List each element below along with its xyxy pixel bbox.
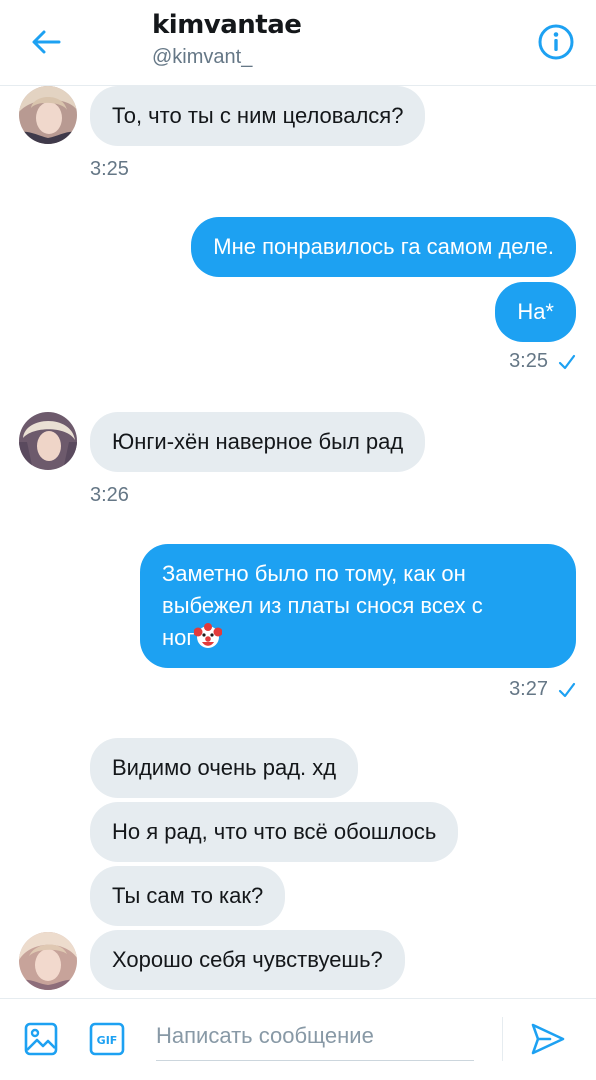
send-button[interactable] [530,1021,566,1062]
message-composer: GIF [0,998,596,1080]
back-button[interactable] [26,22,66,62]
composer-divider [502,1017,503,1061]
message-bubble-outgoing[interactable]: Мне понравилось га самом деле. [191,217,576,277]
avatar[interactable] [19,932,77,990]
add-image-button[interactable] [24,1022,58,1061]
message-bubble-incoming[interactable]: Но я рад, что что всё обошлось [90,802,459,862]
conversation-header: kimvantae @kimvant_ [0,0,596,86]
message-bubble-incoming[interactable]: Хорошо себя чувствуешь? [90,930,405,990]
read-check-icon [558,354,576,369]
message-meta: 3:25 [509,350,576,373]
arrow-left-icon [32,30,61,54]
gif-icon-label: GIF [97,1034,118,1047]
clown-face-icon [193,623,223,648]
image-icon [24,1022,58,1056]
read-check-icon [558,682,576,697]
conversation-title: kimvantae [152,10,302,40]
info-button[interactable] [536,22,576,62]
conversation-title-block[interactable]: kimvantae @kimvant_ [152,10,302,69]
message-bubble-outgoing[interactable]: Заметно было по тому, как он выбежел из … [140,544,576,668]
message-bubble-incoming[interactable]: Юнги-хён наверное был рад [90,412,426,472]
message-bubble-incoming[interactable]: Видимо очень рад. хд [90,738,359,798]
message-line: ног [162,622,483,654]
message-line: Заметно было по тому, как он [162,561,466,586]
avatar[interactable] [19,86,77,144]
info-icon [538,24,574,60]
message-line: выбежел из платы снося всех с [162,593,483,618]
message-timestamp: 3:26 [90,484,129,506]
message-timestamp: 3:25 [90,158,129,180]
message-list[interactable]: То, что ты с ним целовался? 3:25 Мне пон… [0,86,596,998]
message-bubble-incoming[interactable]: То, что ты с ним целовался? [90,86,426,146]
avatar[interactable] [19,412,77,470]
message-bubble-outgoing[interactable]: На* [495,282,576,342]
message-timestamp: 3:25 [509,350,548,372]
message-input[interactable] [156,1017,474,1061]
send-icon [531,1023,565,1055]
conversation-handle: @kimvant_ [152,46,253,68]
message-bubble-incoming[interactable]: Ты сам то как? [90,866,286,926]
gif-icon: GIF [89,1022,125,1056]
message-meta: 3:27 [509,678,576,701]
message-timestamp: 3:27 [509,678,548,700]
add-gif-button[interactable]: GIF [89,1022,125,1061]
